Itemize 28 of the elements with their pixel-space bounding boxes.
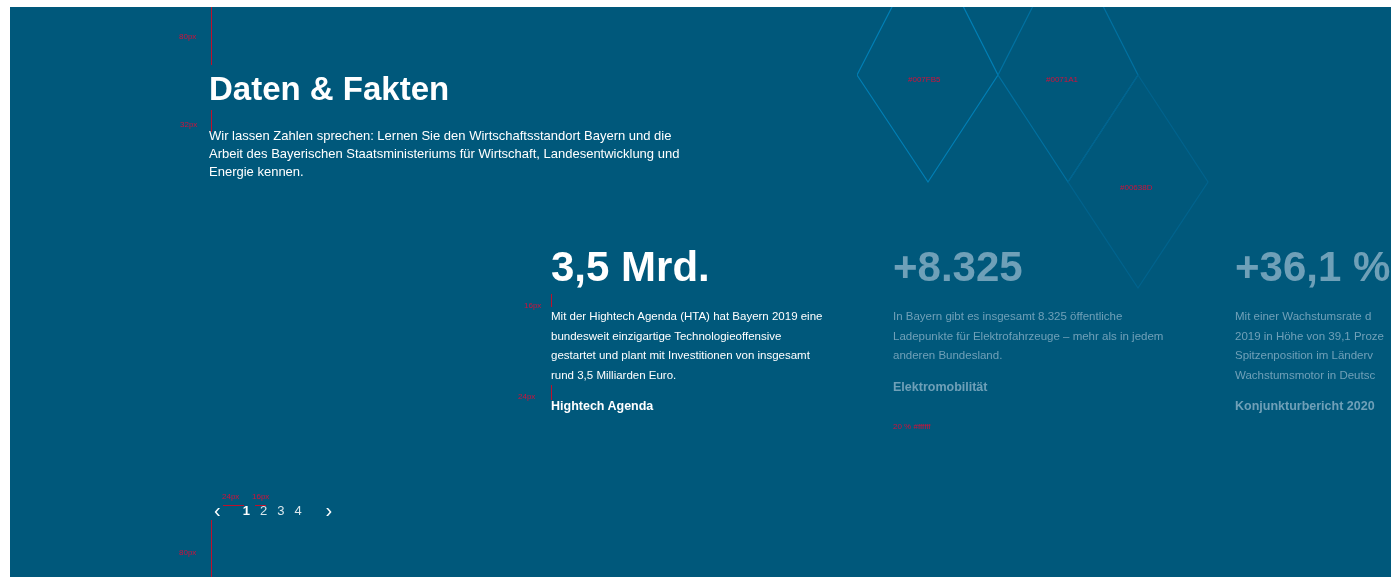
spec-annotation: 16px bbox=[524, 301, 542, 310]
fact-number: +8.325 bbox=[893, 243, 1024, 291]
fact-number: +36,1 % bbox=[1235, 243, 1391, 291]
spec-annotation: 20 % #ffffff bbox=[893, 422, 931, 431]
spec-annotation: 24px bbox=[518, 392, 536, 401]
page-number[interactable]: 4 bbox=[292, 502, 304, 518]
spec-annotation: 80px bbox=[179, 32, 197, 41]
intro-text: Wir lassen Zahlen sprechen: Lernen Sie den Wirtschaftsstandort Bayern und die Arbeit des Bayerischen Staatsministeriums für Wirtschaft, Landesentwicklung und Energie kennen. bbox=[209, 127, 681, 181]
spec-annotation: 80px bbox=[179, 548, 197, 557]
page-number[interactable]: 1 bbox=[240, 502, 252, 518]
section-title: Daten & Fakten bbox=[209, 71, 450, 107]
spec-annotation: 16px bbox=[252, 492, 270, 501]
fact-description: Mit der Hightech Agenda (HTA) hat Bayern 2019 eine bundesweit einzigartige Technologieoffensive gestartet und plant mit Investitionen von insgesamt rund 3,5 Milliarden Euro. bbox=[551, 309, 824, 383]
fact-number: 3,5 Mrd. bbox=[551, 243, 711, 291]
spec-annotation: 32px bbox=[180, 120, 198, 129]
fact-source: Hightech Agenda bbox=[551, 399, 655, 413]
fact-description: In Bayern gibt es insgesamt 8.325 öffentliche Ladepunkte für Elektrofahrzeuge – mehr als in jedem anderen Bundesland. bbox=[893, 309, 1165, 363]
page-number[interactable]: 3 bbox=[275, 502, 287, 518]
previous-button[interactable]: ‹ bbox=[212, 501, 223, 519]
spec-annotation: #0071A1 bbox=[1046, 75, 1079, 84]
fact-description: Mit einer Wachstumsrate d 2019 in Höhe von 39,1 Proze Spitzenposition im Länderv Wachstumsmotor in Deutsc bbox=[1235, 309, 1385, 383]
spec-annotation: #00638D bbox=[1120, 183, 1153, 192]
next-button[interactable]: › bbox=[323, 501, 335, 519]
spec-annotation: 24px bbox=[222, 492, 240, 501]
spec-annotation: #007FB5 bbox=[908, 75, 941, 84]
page-number[interactable]: 2 bbox=[257, 502, 270, 518]
fact-source: Konjunkturbericht 2020 bbox=[1235, 399, 1376, 413]
fact-source: Elektromobilität bbox=[893, 379, 989, 394]
